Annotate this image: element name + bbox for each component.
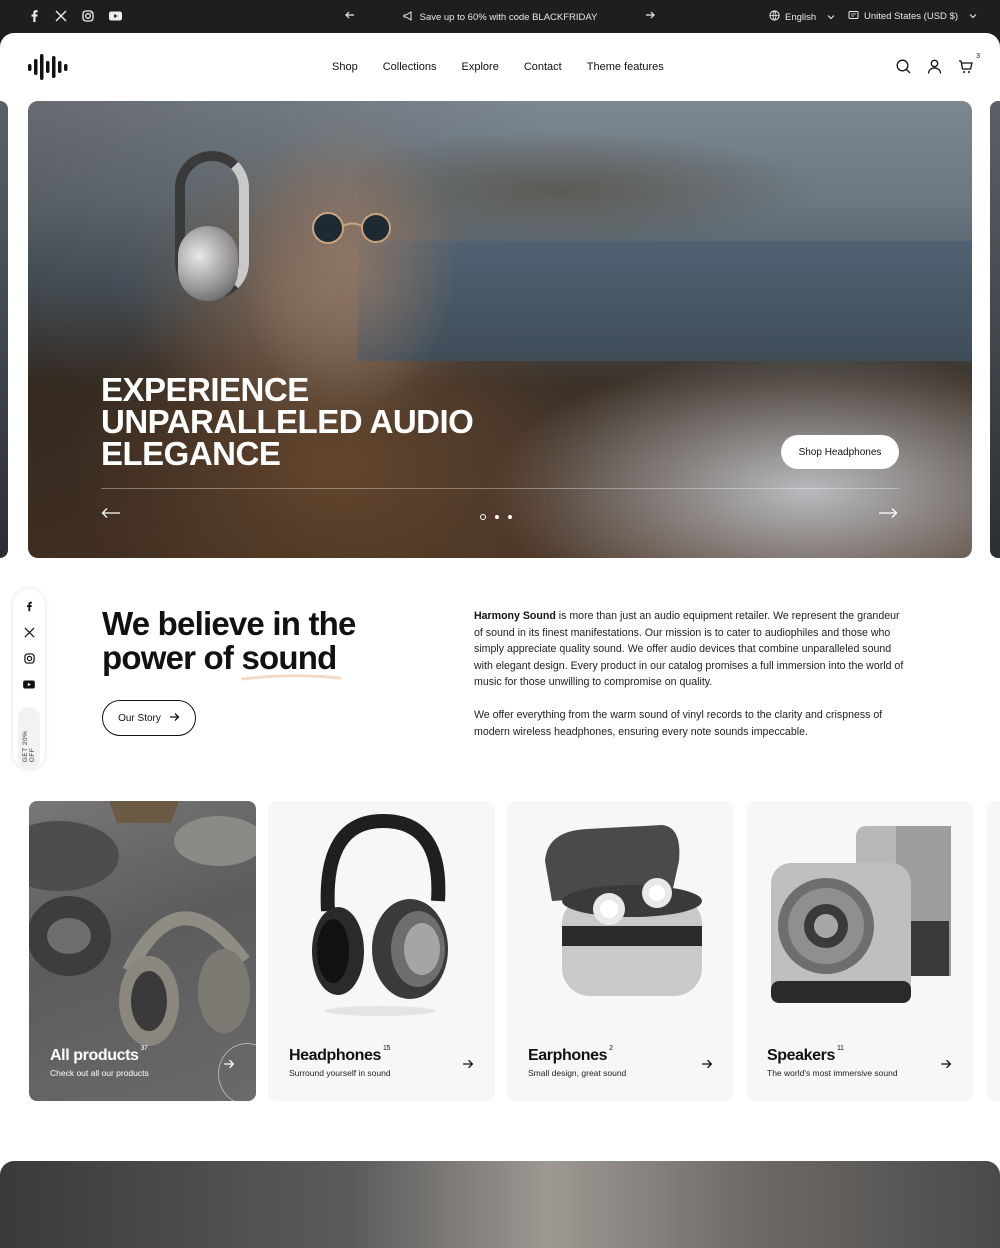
main-nav: Shop Collections Explore Contact Theme f… — [332, 61, 664, 73]
collection-title: Earphones — [528, 1047, 608, 1064]
collection-name: Speakers 11 — [767, 1045, 844, 1065]
headphones-product-image — [312, 813, 448, 1016]
collection-subtitle: Small design, great sound — [528, 1068, 627, 1078]
language-label: English — [785, 11, 817, 23]
collection-count: 37 — [140, 1045, 148, 1052]
nav-item-explore[interactable]: Explore — [462, 61, 499, 73]
collection-card-speakers[interactable]: Speakers 11 The world's most immersive so… — [746, 801, 973, 1101]
collection-card-headphones[interactable]: Headphones 15 Surround yourself in sound — [268, 801, 495, 1101]
nav-item-collections[interactable]: Collections — [383, 61, 437, 73]
nav-item-contact[interactable]: Contact — [524, 61, 562, 73]
arrow-right-icon — [223, 1057, 235, 1069]
globe-icon — [769, 10, 780, 24]
underlined-word: sound — [241, 639, 337, 676]
speakers-product-image — [771, 826, 951, 1003]
next-card-peek — [986, 801, 1000, 1101]
shop-headphones-button[interactable]: Shop Headphones — [781, 435, 899, 469]
x-icon[interactable] — [23, 627, 35, 639]
hero-prev-slide-peek — [0, 101, 8, 558]
instagram-icon[interactable] — [23, 653, 35, 665]
our-story-label: Our Story — [118, 712, 161, 724]
arrow-right-icon — [169, 712, 180, 725]
collection-name: Headphones 15 — [289, 1045, 391, 1065]
hero-next-slide-peek — [990, 101, 1000, 558]
slide-prev-arrow-icon[interactable] — [101, 506, 121, 524]
arrow-right-icon — [940, 1057, 952, 1069]
page: Shop Collections Explore Contact Theme f… — [0, 33, 1000, 1248]
slide-dots — [480, 514, 512, 520]
nav-item-shop[interactable]: Shop — [332, 61, 358, 73]
slide-dot[interactable] — [480, 514, 486, 520]
collection-subtitle: Check out all our products — [50, 1068, 149, 1078]
arrow-right-icon — [701, 1057, 713, 1069]
hero-title: EXPERIENCE UNPARALLELED AUDIO ELEGANCE — [101, 371, 474, 472]
logo[interactable] — [28, 53, 72, 81]
about-text: Harmony Sound is more than just an audio… — [474, 608, 904, 740]
about-title-underlined: sound — [241, 639, 342, 681]
our-story-button[interactable]: Our Story — [102, 700, 196, 736]
collection-card-earphones[interactable]: Earphones 2 Small design, great sound — [507, 801, 734, 1101]
earphones-product-image — [545, 825, 702, 996]
cart-icon[interactable]: 3 — [957, 53, 980, 74]
search-icon[interactable] — [895, 58, 911, 74]
slide-dot[interactable] — [508, 515, 512, 519]
collection-card-all-products[interactable]: All products 37 Check out all our product… — [29, 801, 256, 1101]
slide-next-arrow-icon[interactable] — [878, 506, 898, 524]
collection-count: 11 — [836, 1045, 844, 1052]
chevron-down-icon — [969, 11, 977, 22]
site-header: Shop Collections Explore Contact Theme f… — [0, 33, 1000, 101]
about-title-prefix: power of — [102, 639, 242, 676]
about-title: We believe in the power of sound — [102, 605, 356, 681]
collection-count: 15 — [383, 1045, 391, 1052]
language-selector[interactable]: English — [769, 10, 835, 24]
promo-text: Save up to 60% with code BLACKFRIDAY — [419, 12, 598, 23]
currency-icon — [848, 10, 859, 23]
collection-subtitle: Surround yourself in sound — [289, 1068, 391, 1078]
header-actions: 3 — [895, 53, 980, 74]
brand-name: Harmony Sound — [474, 610, 556, 622]
collection-title: Headphones — [289, 1047, 382, 1064]
facebook-icon[interactable] — [23, 601, 35, 613]
cart-count-badge: 3 — [976, 53, 980, 60]
hero-slideshow: EXPERIENCE UNPARALLELED AUDIO ELEGANCE S… — [28, 101, 972, 558]
youtube-icon[interactable] — [23, 679, 35, 691]
megaphone-icon — [403, 11, 414, 24]
collection-title: Speakers — [767, 1047, 835, 1064]
announcement-bar: Save up to 60% with code BLACKFRIDAY Eng… — [0, 0, 1000, 33]
currency-label: United States (USD $) — [864, 11, 958, 22]
collection-name: Earphones 2 — [528, 1045, 613, 1065]
about-title-line1: We believe in the — [102, 605, 356, 642]
collection-title: All products — [50, 1047, 139, 1064]
collection-count: 2 — [609, 1045, 613, 1052]
promo-next-arrow-icon[interactable] — [644, 9, 656, 24]
slide-dot[interactable] — [495, 515, 499, 519]
hero-divider — [101, 488, 899, 489]
floating-social-bar: GET 20% OFF — [13, 589, 45, 769]
currency-selector[interactable]: United States (USD $) — [848, 10, 977, 23]
chevron-down-icon — [827, 12, 835, 23]
hero-image-sunglasses — [312, 212, 391, 244]
account-icon[interactable] — [926, 58, 942, 74]
next-section-banner — [0, 1161, 1000, 1248]
arrow-right-icon — [462, 1057, 474, 1069]
discount-tab[interactable]: GET 20% OFF — [18, 706, 40, 769]
collection-name: All products 37 — [50, 1045, 148, 1065]
about-paragraph: Harmony Sound is more than just an audio… — [474, 608, 904, 691]
nav-item-theme-features[interactable]: Theme features — [587, 61, 664, 73]
hero-image-earcup — [178, 226, 238, 301]
collection-subtitle: The world's most immersive sound — [767, 1068, 898, 1078]
about-paragraph-2: We offer everything from the warm sound … — [474, 709, 883, 738]
